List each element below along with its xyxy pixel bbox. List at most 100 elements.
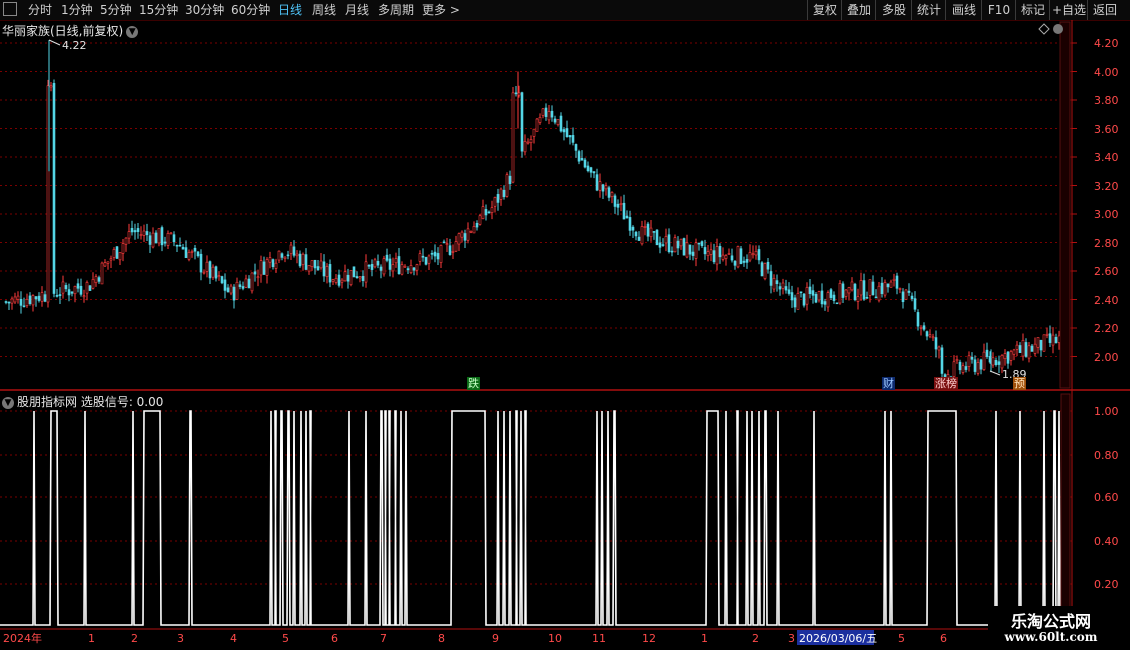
candle-body [382, 258, 386, 275]
candle-body [775, 280, 779, 285]
candle-body [136, 228, 140, 232]
chevron-down-icon[interactable]: ▼ [2, 396, 14, 409]
candle-body [223, 279, 227, 291]
candle-body [877, 285, 881, 301]
candle-body [346, 274, 350, 282]
candle-body [970, 356, 974, 360]
time-axis-label: 2 [752, 632, 759, 645]
time-axis-label: 12 [642, 632, 656, 645]
event-tag-limit-list[interactable]: 涨榜 [934, 377, 958, 390]
price-axis-label: 3.80 [1094, 94, 1119, 107]
indicator-title[interactable]: ▼ 股朋指标网 选股信号: 0.00 [2, 393, 163, 410]
candle-body [115, 246, 119, 259]
candle-body [13, 296, 17, 303]
candle-body [133, 230, 137, 233]
candle-body [31, 295, 35, 306]
candle-body [829, 289, 833, 298]
candle-body [541, 108, 545, 116]
candlesticks [4, 40, 1064, 388]
candle-body [757, 249, 761, 261]
chevron-down-icon[interactable]: ▼ [126, 25, 139, 38]
candle-body [310, 260, 314, 267]
candle-body [703, 247, 707, 255]
diamond-icon[interactable] [1038, 23, 1050, 35]
candle-body [958, 361, 962, 371]
candle-body [154, 232, 158, 244]
candle-body [454, 241, 458, 252]
event-tag-finance[interactable]: 财 [882, 377, 895, 390]
candle-body [241, 286, 245, 289]
kline-chart[interactable]: 4.20 4.00 3.80 3.60 3.40 3.20 3.00 2.80 … [0, 0, 1130, 650]
candle-body [25, 299, 29, 306]
candle-body [928, 334, 932, 337]
candle-body [424, 257, 428, 265]
candle-body [832, 294, 836, 301]
candle-body [202, 271, 206, 274]
candle-body [526, 141, 530, 144]
candle-body [217, 275, 221, 277]
candle-body [376, 261, 380, 266]
high-price-label: 4.22 [62, 39, 87, 52]
event-tag-fall[interactable]: 跌 [467, 377, 480, 390]
candle-body [208, 261, 212, 279]
candle-body [868, 279, 872, 296]
indicator-axis: 1.00 0.80 0.60 0.40 0.20 [1094, 405, 1119, 591]
candle-body [127, 231, 131, 239]
candle-body [277, 250, 281, 261]
candle-body [883, 282, 887, 296]
candle-body [748, 252, 752, 261]
time-axis-label: 3 [177, 632, 184, 645]
candle-body [514, 92, 518, 95]
candle-body [145, 231, 149, 236]
candle-body [85, 282, 89, 294]
candle-body [694, 242, 698, 259]
time-axis-label: 1 [88, 632, 95, 645]
candle-body [169, 232, 173, 235]
candle-body [349, 270, 353, 286]
candle-body [973, 359, 977, 372]
candle-body [322, 261, 326, 277]
candle-body [1021, 340, 1025, 357]
candle-body [967, 355, 971, 367]
candle-body [268, 257, 272, 263]
candle-body [1027, 345, 1031, 359]
candle-body [385, 254, 389, 261]
candle-body [58, 294, 62, 296]
candle-body [652, 231, 656, 233]
time-axis-label: 7 [380, 632, 387, 645]
candle-body [319, 260, 323, 269]
candle-body [469, 231, 473, 233]
time-axis-label: 5 [282, 632, 289, 645]
candle-body [478, 215, 482, 225]
candle-body [781, 282, 785, 289]
expand-icon[interactable] [1053, 24, 1063, 34]
candle-body [388, 258, 392, 270]
candle-body [271, 259, 275, 267]
candle-body [130, 228, 134, 233]
candle-body [1009, 351, 1013, 361]
candle-body [727, 253, 731, 255]
candle-body [199, 253, 203, 273]
stock-title[interactable]: 华丽家族(日线,前复权) ▼ [2, 22, 139, 39]
candle-body [730, 255, 734, 261]
candle-body [790, 292, 794, 301]
scrollbar [1060, 393, 1071, 627]
indicator-axis-label: 0.60 [1094, 491, 1119, 504]
indicator-axis-label: 0.20 [1094, 578, 1119, 591]
candle-body [670, 250, 674, 253]
candle-body [889, 281, 893, 288]
candle-body [394, 258, 398, 264]
candle-body [1024, 342, 1028, 357]
candle-body [502, 189, 506, 198]
time-axis-label: 4 [230, 632, 237, 645]
candle-body [298, 253, 302, 267]
candle-body [304, 254, 308, 270]
candle-body [475, 222, 479, 228]
stock-title-text: 华丽家族(日线,前复权) [2, 24, 124, 38]
event-tag-forecast[interactable]: 预 [1013, 377, 1026, 390]
time-axis-label: 6 [940, 632, 947, 645]
candle-body [313, 259, 317, 269]
time-axis-label: 1 [701, 632, 708, 645]
candle-body [901, 291, 905, 303]
candle-body [238, 284, 242, 287]
